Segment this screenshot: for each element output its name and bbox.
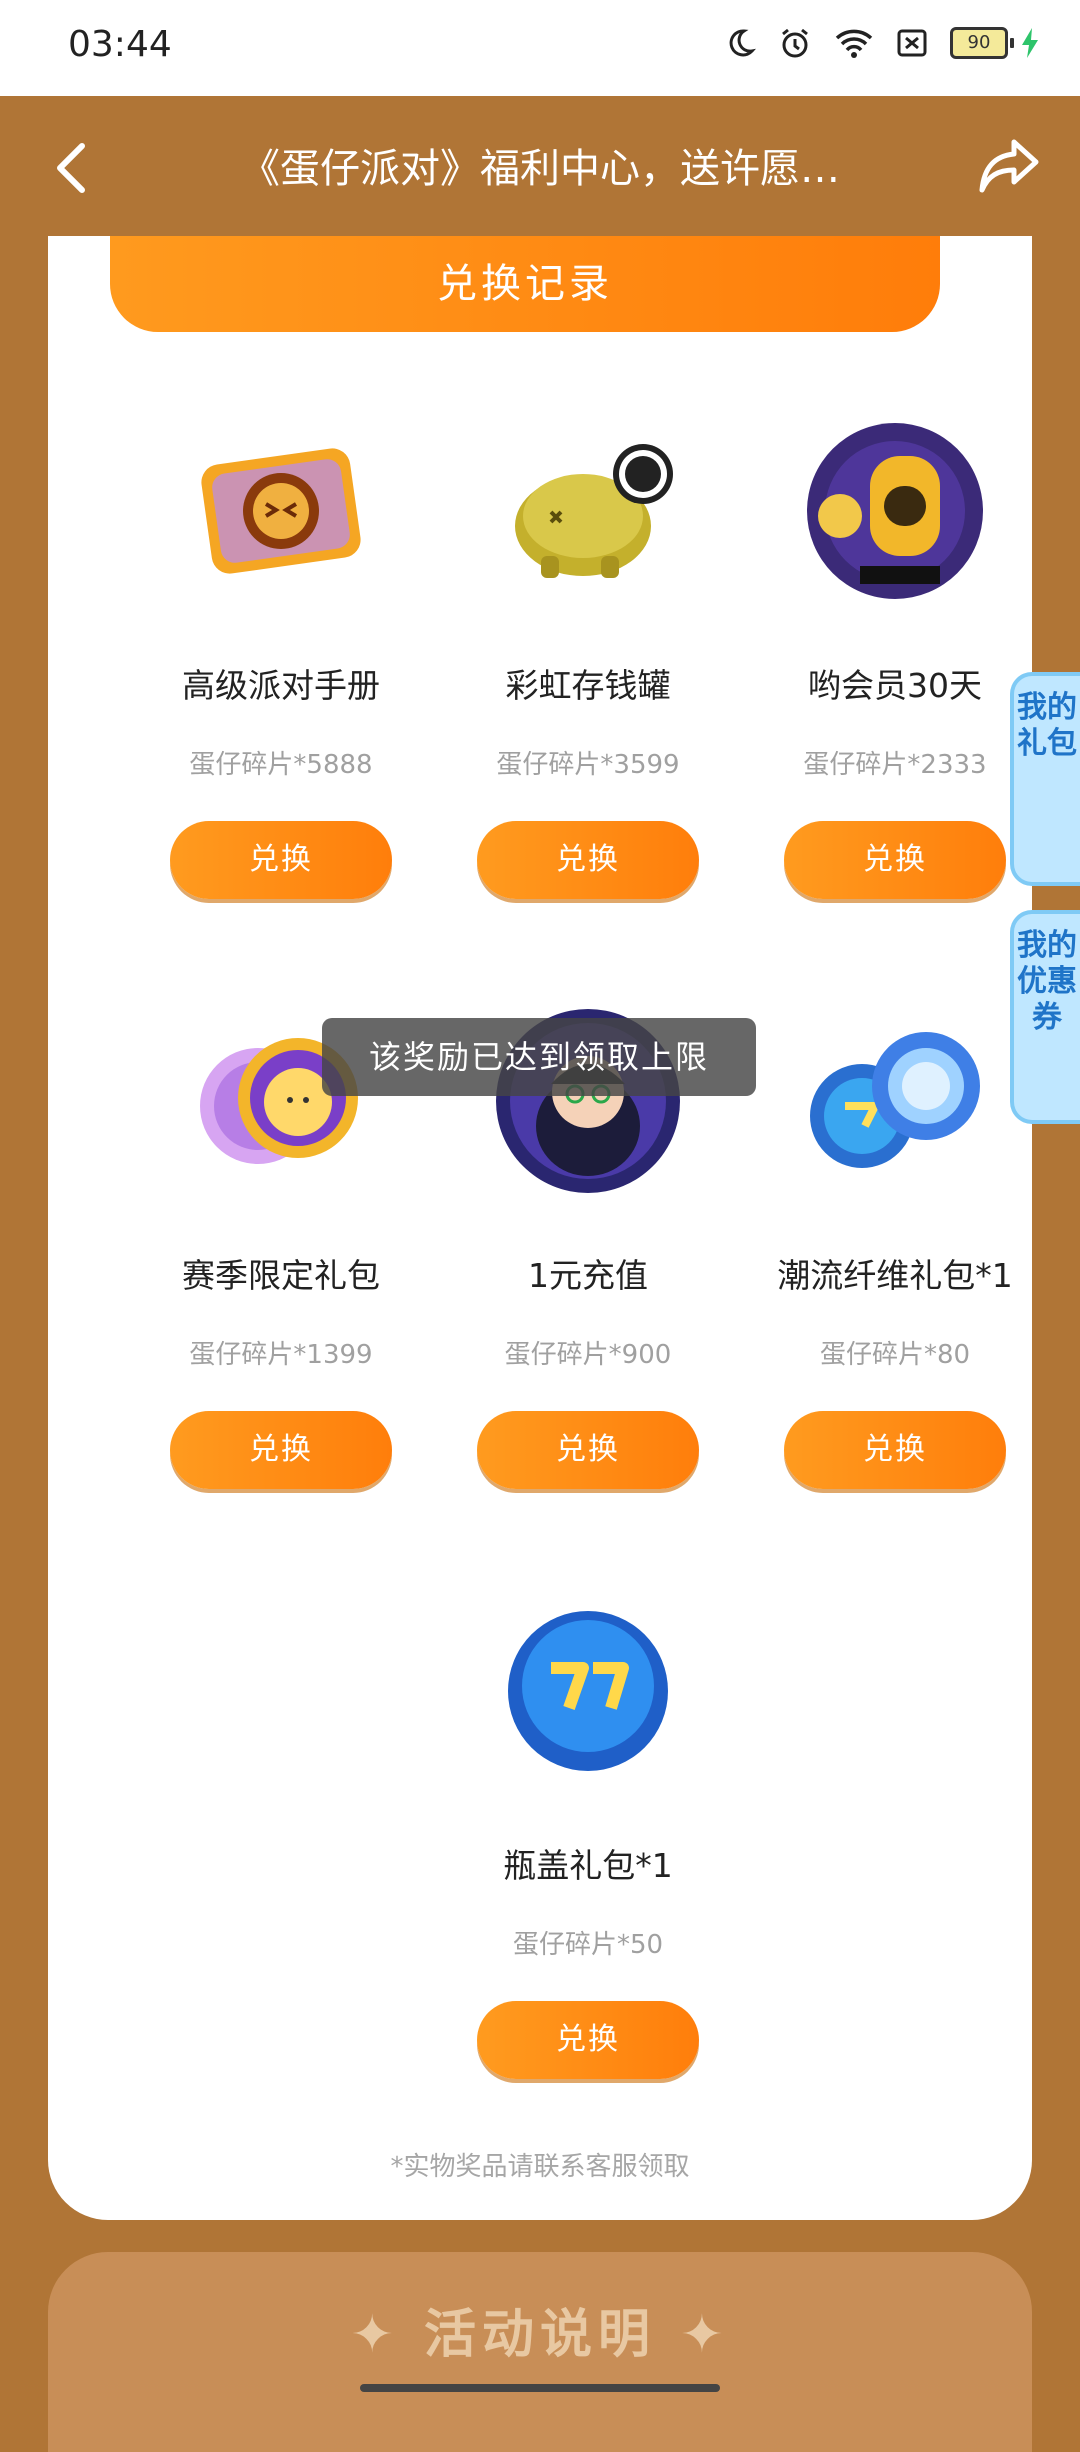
wifi-icon — [835, 29, 873, 58]
exchange-button[interactable]: 兑换 — [477, 1411, 699, 1489]
item-name: 瓶盖礼包*1 — [503, 1846, 673, 1885]
reward-item-party-handbook: 高级派对手册 蛋仔碎片*5888 兑换 — [131, 416, 431, 899]
no-sim-icon — [897, 29, 927, 57]
fiber-gift-image — [800, 1006, 990, 1196]
exchange-button[interactable]: 兑换 — [784, 1411, 1006, 1489]
my-coupon-tab[interactable]: 我的优惠券 — [1010, 910, 1080, 1124]
alarm-icon — [782, 28, 808, 58]
battery-level: 90 — [950, 27, 1008, 59]
exchange-button[interactable]: 兑换 — [477, 821, 699, 899]
share-icon[interactable] — [978, 136, 1040, 196]
moon-icon — [729, 29, 756, 57]
item-price: 蛋仔碎片*3599 — [496, 750, 680, 780]
item-name: 高级派对手册 — [182, 666, 380, 705]
exchange-button[interactable]: 兑换 — [170, 821, 392, 899]
status-time: 03:44 — [68, 24, 172, 65]
item-price: 蛋仔碎片*900 — [504, 1340, 672, 1370]
reward-item-fiber-gift-pack: 潮流纤维礼包*1 蛋仔碎片*80 兑换 — [745, 1006, 1045, 1489]
item-name: 哟会员30天 — [808, 666, 982, 705]
item-name: 潮流纤维礼包*1 — [777, 1256, 1013, 1295]
item-price: 蛋仔碎片*2333 — [803, 750, 987, 780]
reward-item-membership-30-days: 哟会员30天 蛋仔碎片*2333 兑换 — [745, 416, 1045, 899]
reward-item-rainbow-piggy-bank: 彩虹存钱罐 蛋仔碎片*3599 兑换 — [438, 416, 738, 899]
bottle-cap-image — [493, 1596, 683, 1786]
exchange-record-button[interactable]: 兑换记录 — [110, 236, 940, 332]
exchange-button[interactable]: 兑换 — [477, 2001, 699, 2079]
item-name: 彩虹存钱罐 — [505, 666, 671, 705]
item-price: 蛋仔碎片*5888 — [189, 750, 373, 780]
party-handbook-image — [186, 416, 376, 606]
back-arrow-icon[interactable] — [52, 140, 92, 196]
item-price: 蛋仔碎片*80 — [819, 1340, 971, 1370]
exchange-button[interactable]: 兑换 — [784, 821, 1006, 899]
my-gift-pack-tab[interactable]: 我的礼包 — [1010, 672, 1080, 886]
membership-image — [800, 416, 990, 606]
status-icons: 90 — [724, 26, 1040, 60]
item-name: 赛季限定礼包 — [182, 1256, 380, 1295]
top-nav-bar: 《蛋仔派对》福利中心，送许愿… — [0, 96, 1080, 236]
activity-description-title: ✦ 活动说明 ✦ — [350, 2305, 730, 2365]
reward-item-bottle-cap-gift-pack: 瓶盖礼包*1 蛋仔碎片*50 兑换 — [438, 1596, 738, 2079]
exchange-card: 兑换记录 高级派对手册 蛋仔碎片*5888 兑换 彩虹存钱罐 蛋仔碎片*3599… — [48, 236, 1032, 2220]
physical-prize-note: *实物奖品请联系客服领取 — [390, 2152, 690, 2182]
piggy-bank-image — [493, 416, 683, 606]
item-name: 1元充值 — [528, 1256, 648, 1295]
home-indicator[interactable] — [360, 2384, 720, 2392]
activity-description-panel: ✦ 活动说明 ✦ — [48, 2252, 1032, 2452]
limit-reached-toast: 该奖励已达到领取上限 — [322, 1018, 756, 1096]
battery-indicator: 90 — [950, 27, 1040, 59]
charging-icon — [1022, 28, 1038, 58]
item-price: 蛋仔碎片*50 — [512, 1930, 664, 1960]
status-bar: 03:44 90 — [0, 0, 1080, 96]
item-price: 蛋仔碎片*1399 — [189, 1340, 373, 1370]
exchange-button[interactable]: 兑换 — [170, 1411, 392, 1489]
page-title: 《蛋仔派对》福利中心，送许愿… — [240, 146, 840, 192]
